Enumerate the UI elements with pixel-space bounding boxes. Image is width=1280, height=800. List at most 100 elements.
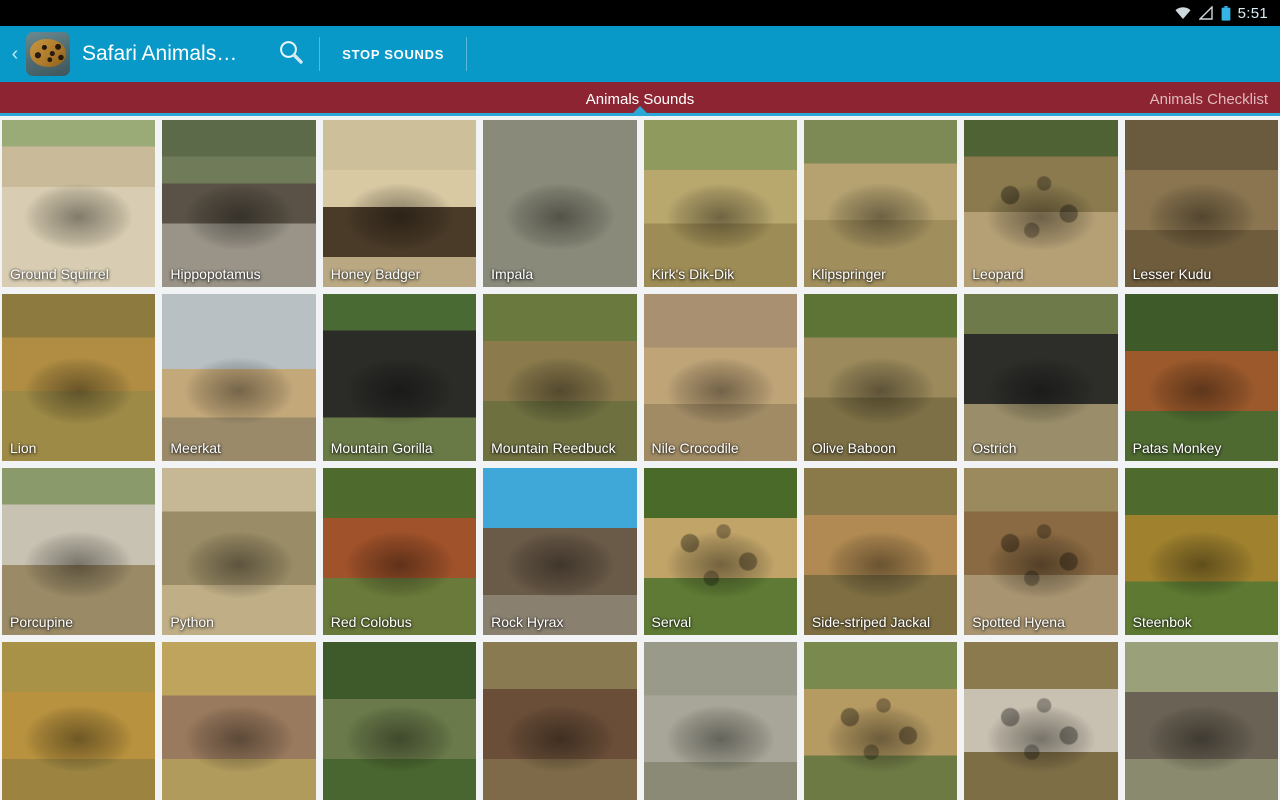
animal-tile[interactable]: Rock Hyrax bbox=[483, 468, 637, 635]
animal-tile[interactable]: Klipspringer bbox=[803, 120, 958, 287]
animal-silhouette bbox=[322, 294, 477, 461]
battery-icon bbox=[1221, 5, 1231, 21]
animal-tile[interactable]: Mountain Gorilla bbox=[322, 294, 477, 461]
animal-tile-label: Lion bbox=[10, 440, 37, 456]
animal-silhouette bbox=[1124, 642, 1278, 800]
animal-tile[interactable]: Hippopotamus bbox=[162, 120, 316, 287]
animal-tile[interactable] bbox=[483, 642, 637, 800]
tab-indicator-caret bbox=[633, 106, 647, 113]
animal-tile[interactable]: Leopard bbox=[964, 120, 1118, 287]
animal-tile-label: Spotted Hyena bbox=[972, 614, 1065, 630]
animal-tile[interactable]: Nile Crocodile bbox=[643, 294, 797, 461]
animal-tile[interactable]: Side-striped Jackal bbox=[803, 468, 958, 635]
animal-silhouette bbox=[964, 468, 1118, 635]
animal-silhouette bbox=[162, 642, 316, 800]
up-navigation-button[interactable]: ‹ bbox=[4, 26, 26, 82]
animal-tile-label: Olive Baboon bbox=[811, 440, 896, 456]
animal-tile[interactable]: Porcupine bbox=[2, 468, 156, 635]
animal-silhouette bbox=[803, 294, 958, 461]
animal-silhouette bbox=[162, 120, 316, 287]
status-bar-clock: 5:51 bbox=[1237, 4, 1268, 22]
animal-tile-label: Honey Badger bbox=[330, 266, 421, 282]
animal-tile[interactable]: Red Colobus bbox=[322, 468, 477, 635]
animal-tile[interactable] bbox=[643, 642, 797, 800]
animal-tile-label: Ostrich bbox=[972, 440, 1017, 456]
toolbar-divider-right bbox=[466, 37, 468, 71]
animal-tile-label: Klipspringer bbox=[811, 266, 886, 282]
wifi-icon bbox=[1174, 6, 1192, 20]
animal-tile[interactable]: Mountain Reedbuck bbox=[483, 294, 637, 461]
animal-silhouette bbox=[2, 468, 156, 635]
animal-tile[interactable] bbox=[964, 642, 1118, 800]
animal-silhouette bbox=[162, 468, 316, 635]
animal-tile[interactable] bbox=[2, 642, 156, 800]
animal-silhouette bbox=[483, 468, 637, 635]
animal-silhouette bbox=[162, 294, 316, 461]
animal-tile-label: Mountain Reedbuck bbox=[491, 440, 616, 456]
animal-tile-label: Hippopotamus bbox=[170, 266, 261, 282]
animal-silhouette bbox=[2, 642, 156, 800]
animal-tile[interactable]: Python bbox=[162, 468, 316, 635]
animal-tile[interactable] bbox=[162, 642, 316, 800]
animal-tile[interactable]: Ostrich bbox=[964, 294, 1118, 461]
animal-tile-label: Meerkat bbox=[170, 440, 221, 456]
search-icon bbox=[278, 39, 304, 70]
animal-tile[interactable]: Ground Squirrel bbox=[2, 120, 156, 287]
animal-silhouette bbox=[964, 642, 1118, 800]
animal-silhouette bbox=[643, 468, 797, 635]
animal-silhouette bbox=[1124, 294, 1278, 461]
animal-tile-label: Python bbox=[170, 614, 214, 630]
animal-tile[interactable] bbox=[322, 642, 477, 800]
animal-tile-label: Impala bbox=[491, 266, 534, 282]
status-bar: 5:51 bbox=[0, 0, 1280, 26]
animal-tile[interactable]: Lesser Kudu bbox=[1124, 120, 1278, 287]
tab-strip: Animals Sounds Animals Checklist bbox=[0, 82, 1280, 116]
animal-tile-label: Porcupine bbox=[10, 614, 74, 630]
animal-silhouette bbox=[322, 642, 477, 800]
animal-tile[interactable] bbox=[1124, 642, 1278, 800]
animal-tile-label: Ground Squirrel bbox=[10, 266, 109, 282]
animal-tile[interactable]: Olive Baboon bbox=[803, 294, 958, 461]
animal-silhouette bbox=[964, 294, 1118, 461]
animal-silhouette bbox=[643, 120, 797, 287]
animal-tile-label: Mountain Gorilla bbox=[330, 440, 433, 456]
tab-animals-sounds[interactable]: Animals Sounds bbox=[0, 91, 1280, 108]
animal-silhouette bbox=[803, 642, 958, 800]
animal-tile[interactable]: Impala bbox=[483, 120, 637, 287]
animal-tile[interactable]: Honey Badger bbox=[322, 120, 477, 287]
animal-tile-label: Patas Monkey bbox=[1132, 440, 1222, 456]
animal-silhouette bbox=[1124, 120, 1278, 287]
animal-silhouette bbox=[322, 120, 477, 287]
animal-tile[interactable]: Kirk's Dik-Dik bbox=[643, 120, 797, 287]
action-bar: ‹ Safari Animals… STOP SOUNDS bbox=[0, 26, 1280, 82]
animal-grid[interactable]: Ground Squirrel Hippopotamus Honey Badger I… bbox=[0, 116, 1280, 800]
tab-animals-checklist[interactable]: Animals Checklist bbox=[1150, 91, 1268, 108]
animal-tile-label: Nile Crocodile bbox=[651, 440, 739, 456]
animal-tile[interactable]: Lion bbox=[2, 294, 156, 461]
search-button[interactable] bbox=[263, 39, 319, 70]
animal-tile-label: Red Colobus bbox=[330, 614, 412, 630]
animal-tile-label: Lesser Kudu bbox=[1132, 266, 1212, 282]
animal-silhouette bbox=[964, 120, 1118, 287]
animal-tile[interactable]: Patas Monkey bbox=[1124, 294, 1278, 461]
leopard-app-icon bbox=[26, 32, 70, 76]
stop-sounds-button[interactable]: STOP SOUNDS bbox=[320, 47, 466, 62]
animal-tile[interactable]: Steenbok bbox=[1124, 468, 1278, 635]
animal-silhouette bbox=[2, 120, 156, 287]
animal-silhouette bbox=[483, 120, 637, 287]
animal-tile-label: Kirk's Dik-Dik bbox=[651, 266, 735, 282]
animal-tile[interactable]: Spotted Hyena bbox=[964, 468, 1118, 635]
animal-tile-label: Side-striped Jackal bbox=[811, 614, 931, 630]
animal-tile-label: Leopard bbox=[972, 266, 1024, 282]
animal-tile[interactable]: Meerkat bbox=[162, 294, 316, 461]
animal-silhouette bbox=[1124, 468, 1278, 635]
page-title: Safari Animals… bbox=[82, 42, 238, 65]
animal-silhouette bbox=[2, 294, 156, 461]
animal-tile[interactable]: Serval bbox=[643, 468, 797, 635]
animal-silhouette bbox=[643, 642, 797, 800]
animal-silhouette bbox=[803, 120, 958, 287]
animal-silhouette bbox=[483, 642, 637, 800]
signal-icon bbox=[1198, 6, 1214, 20]
animal-tile[interactable] bbox=[803, 642, 958, 800]
animal-tile-label: Serval bbox=[651, 614, 692, 630]
